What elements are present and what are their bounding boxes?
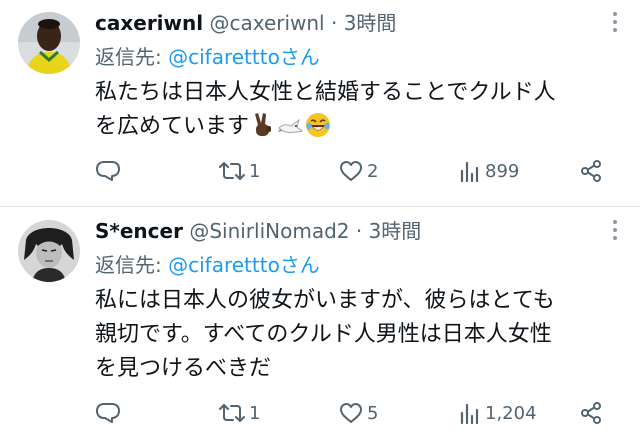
text-line: 私には日本人の彼女がいますが、彼らはとても [95,288,555,313]
text-line: 親切です。すべてのクルド人男性は日本人女性 [95,322,552,347]
repost-icon [219,401,245,425]
timestamp[interactable]: 3時間 [369,219,422,243]
tweet-header: caxeriwnl @caxeriwnl · 3時間 [95,10,396,36]
heart-icon [339,160,363,182]
views-count: 899 [485,160,520,182]
tweet-text: 私には日本人の彼女がいますが、彼らはとても 親切です。すべてのクルド人男性は日本… [95,284,625,386]
like-button[interactable]: 5 [339,398,378,428]
reply-user-link[interactable]: @cifaretttoさん [168,253,320,277]
reply-button[interactable] [95,156,125,186]
views-chart-icon [459,402,481,424]
like-count: 2 [367,160,379,182]
tweet-text: 私たちは日本人女性と結婚することでクルド人 を広めています [95,76,625,149]
dove-icon [277,114,303,149]
views-count: 1,204 [485,402,537,424]
display-name[interactable]: caxeriwnl [95,11,203,35]
tweet-actions: 1 5 1,204 [95,398,615,428]
repost-button[interactable]: 1 [219,156,260,186]
tweet-2[interactable]: S*encer @SinirliNomad2 · 3時間 返信先: @cifar… [0,208,640,431]
share-icon [579,401,603,425]
more-options-icon[interactable] [612,12,618,36]
text-line: を見つけるべきだ [95,356,272,381]
repost-count: 1 [249,402,261,424]
more-options-icon[interactable] [612,220,618,244]
share-button[interactable] [579,398,603,428]
separator: · [355,219,363,243]
tweet-1[interactable]: caxeriwnl @caxeriwnl · 3時間 返信先: @cifaret… [0,0,640,207]
display-name[interactable]: S*encer [95,219,183,243]
divider [0,206,640,207]
tweet-header: S*encer @SinirliNomad2 · 3時間 [95,218,421,244]
tweet-actions: 1 2 899 [95,156,615,186]
user-handle[interactable]: @SinirliNomad2 [189,219,349,243]
timestamp[interactable]: 3時間 [344,11,397,35]
like-button[interactable]: 2 [339,156,378,186]
reply-icon [95,159,121,183]
views-chart-icon [459,160,481,182]
reply-prefix: 返信先: [95,253,169,277]
text-line-with-emoji: を広めています [95,110,625,149]
repost-button[interactable]: 1 [219,398,260,428]
reply-user-link[interactable]: @cifaretttoさん [168,45,320,69]
heart-icon [339,402,363,424]
avatar[interactable] [18,12,80,74]
separator: · [330,11,338,35]
share-button[interactable] [579,156,603,186]
text-line: 私たちは日本人女性と結婚することでクルド人 [95,80,556,105]
avatar[interactable] [18,220,80,282]
reply-icon [95,401,121,425]
repost-count: 1 [249,160,261,182]
reply-to: 返信先: @cifaretttoさん [95,44,320,70]
text-line: を広めています [95,114,250,139]
like-count: 5 [367,402,379,424]
repost-icon [219,159,245,183]
laughing-emoji-icon [305,112,331,149]
victory-hand-icon [251,112,275,149]
reply-to: 返信先: @cifaretttoさん [95,252,320,278]
user-handle[interactable]: @caxeriwnl [209,11,324,35]
reply-prefix: 返信先: [95,45,169,69]
share-icon [579,159,603,183]
reply-button[interactable] [95,398,125,428]
views-button[interactable]: 899 [459,156,519,186]
views-button[interactable]: 1,204 [459,398,537,428]
